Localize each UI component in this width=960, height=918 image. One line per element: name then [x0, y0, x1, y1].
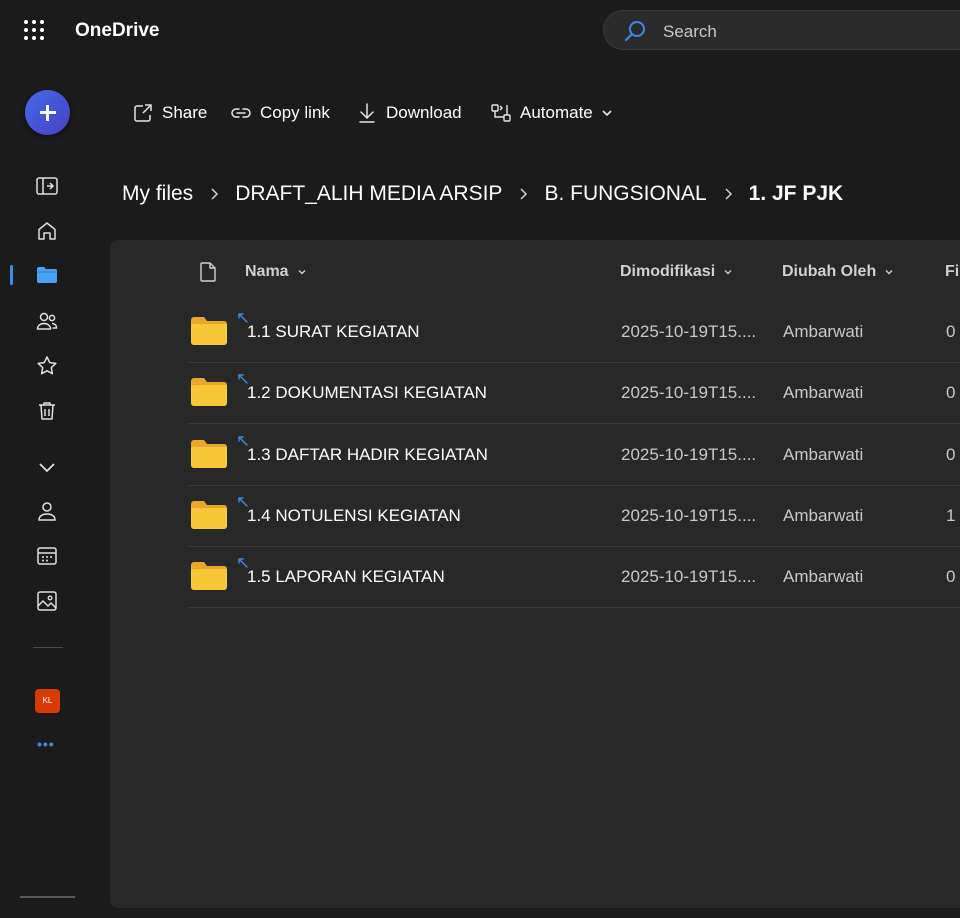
file-count: 0 [946, 444, 956, 464]
trash-icon[interactable] [35, 399, 59, 423]
column-files-label: Fil [945, 263, 960, 280]
chevron-down-icon [602, 110, 612, 117]
photo-icon[interactable] [35, 589, 59, 613]
people-icon[interactable] [35, 309, 59, 333]
file-count: 0 [946, 322, 956, 341]
table-header: Nama Dimodifikasi Diubah Oleh Fil [110, 240, 960, 304]
folder-icon [191, 439, 227, 468]
modified-by: Ambarwati [783, 444, 864, 464]
top-bar: OneDrive Search [0, 0, 960, 60]
modified-by: Ambarwati [783, 383, 864, 403]
folder-name[interactable]: 1.4 NOTULENSI KEGIATAN [247, 506, 461, 526]
chevron-down-icon [885, 270, 893, 275]
table-row[interactable]: 1.3 DAFTAR HADIR KEGIATAN 2025-10-19T15.… [188, 425, 960, 486]
folder-name[interactable]: 1.5 LAPORAN KEGIATAN [247, 567, 445, 587]
table-row[interactable]: 1.2 DOKUMENTASI KEGIATAN 2025-10-19T15..… [188, 363, 960, 425]
active-indicator [10, 265, 13, 285]
search-icon [624, 21, 645, 42]
column-header-modified-by[interactable]: Diubah Oleh [782, 263, 894, 281]
person-icon[interactable] [35, 499, 59, 523]
share-icon [134, 104, 152, 122]
automate-button[interactable]: Automate [490, 96, 613, 130]
modified-date: 2025-10-19T15.... [621, 322, 757, 341]
link-icon [231, 108, 251, 118]
column-modified-label: Dimodifikasi [620, 263, 716, 280]
file-count: 1 [946, 505, 956, 525]
search-placeholder[interactable]: Search [663, 22, 717, 42]
search-box[interactable]: Search [603, 10, 960, 50]
chevron-down-icon [724, 270, 732, 275]
chevron-down-icon[interactable] [35, 455, 59, 479]
breadcrumb: My files DRAFT_ALIH MEDIA ARSIP B. FUNGS… [122, 182, 843, 206]
file-list-panel: Nama Dimodifikasi Diubah Oleh Fil 1.1 SU… [110, 240, 960, 908]
automate-label: Automate [520, 103, 593, 122]
folder-icon [191, 378, 227, 407]
chevron-right-icon [723, 187, 733, 201]
calendar-icon[interactable] [35, 544, 59, 568]
download-icon [359, 103, 375, 123]
modified-date: 2025-10-19T15.... [621, 383, 757, 403]
share-label: Share [162, 103, 208, 122]
folder-name[interactable]: 1.1 SURAT KEGIATAN [247, 322, 420, 342]
app-title[interactable]: OneDrive [75, 20, 159, 42]
file-type-icon[interactable] [199, 262, 217, 282]
folder-icon[interactable] [35, 263, 59, 287]
folder-icon [191, 500, 227, 529]
table-row[interactable]: 1.5 LAPORAN KEGIATAN 2025-10-19T15.... A… [188, 547, 960, 609]
column-header-name[interactable]: Nama [245, 263, 307, 281]
column-modified-by-label: Diubah Oleh [782, 263, 877, 280]
file-count: 0 [946, 383, 956, 403]
column-name-label: Nama [245, 263, 289, 280]
panel-toggle-icon[interactable] [35, 174, 59, 198]
breadcrumb-current-folder: 1. JF PJK [748, 182, 844, 205]
download-button[interactable]: Download [356, 96, 462, 130]
more-icon[interactable]: ••• [37, 736, 55, 752]
modified-date: 2025-10-19T15.... [621, 505, 757, 525]
column-header-files[interactable]: Fil [945, 263, 960, 281]
chevron-right-icon [518, 187, 528, 201]
download-label: Download [386, 103, 462, 122]
copy-link-label: Copy link [260, 103, 330, 122]
folder-icon [191, 317, 227, 345]
automate-icon [491, 104, 511, 122]
breadcrumb-b-fungsional[interactable]: B. FUNGSIONAL [544, 182, 706, 206]
copy-link-button[interactable]: Copy link [230, 96, 330, 130]
folder-name[interactable]: 1.2 DOKUMENTASI KEGIATAN [247, 383, 487, 403]
breadcrumb-my-files[interactable]: My files [122, 182, 193, 206]
star-icon[interactable] [35, 354, 59, 378]
table-row[interactable]: 1.1 SURAT KEGIATAN 2025-10-19T15.... Amb… [188, 302, 960, 363]
modified-date: 2025-10-19T15.... [621, 444, 757, 464]
folder-icon [191, 562, 227, 591]
chevron-right-icon [209, 187, 219, 201]
table-row[interactable]: 1.4 NOTULENSI KEGIATAN 2025-10-19T15....… [188, 486, 960, 547]
share-button[interactable]: Share [132, 96, 207, 130]
create-new-button[interactable] [25, 90, 70, 135]
modified-date: 2025-10-19T15.... [621, 567, 757, 587]
chevron-down-icon [298, 270, 306, 275]
account-badge[interactable]: KL [35, 689, 60, 713]
breadcrumb-draft-alih-media-arsip[interactable]: DRAFT_ALIH MEDIA ARSIP [235, 182, 502, 206]
left-rail: KL ••• [0, 60, 94, 918]
rail-bottom-bar [20, 896, 75, 898]
home-icon[interactable] [35, 219, 59, 243]
modified-by: Ambarwati [783, 322, 864, 341]
file-count: 0 [946, 567, 956, 587]
column-header-modified[interactable]: Dimodifikasi [620, 263, 733, 281]
app-launcher-icon[interactable] [24, 20, 46, 42]
rail-divider [33, 647, 63, 648]
modified-by: Ambarwati [783, 567, 864, 587]
folder-name[interactable]: 1.3 DAFTAR HADIR KEGIATAN [247, 445, 488, 465]
modified-by: Ambarwati [783, 505, 864, 525]
